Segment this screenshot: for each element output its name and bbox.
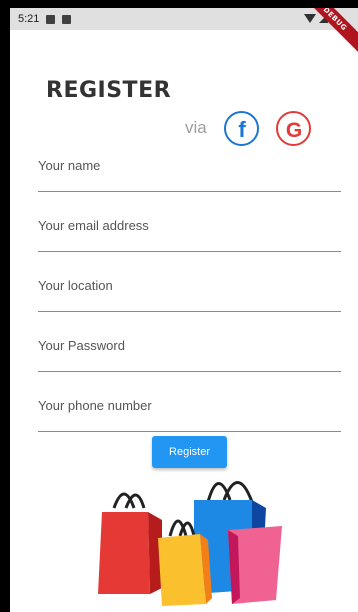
shopping-bags-illustration [98, 481, 282, 606]
email-field[interactable] [38, 208, 341, 252]
facebook-icon: f [238, 117, 246, 141]
via-label: via [185, 118, 207, 137]
register-button[interactable]: Register [152, 436, 227, 468]
notification-icon [46, 14, 56, 24]
location-field[interactable] [38, 268, 341, 312]
google-icon: G [285, 119, 301, 141]
status-time: 5:21 [18, 13, 40, 25]
facebook-login-button[interactable]: f [224, 111, 259, 146]
password-input[interactable] [38, 338, 341, 353]
email-input[interactable] [38, 218, 341, 233]
name-field[interactable] [38, 148, 341, 192]
phone-input[interactable] [38, 398, 341, 413]
wifi-icon [304, 14, 316, 23]
phone-field[interactable] [38, 388, 341, 432]
svg-text:G: G [285, 119, 301, 141]
sd-card-icon [62, 14, 72, 24]
password-field[interactable] [38, 328, 341, 372]
name-input[interactable] [38, 158, 341, 173]
page-title: REGISTER [46, 78, 172, 103]
app-screen: 5:21 DEBUG REGISTER via f G Your name Yo… [10, 8, 358, 612]
google-login-button[interactable]: G [276, 111, 311, 146]
device-frame: 5:21 DEBUG REGISTER via f G Your name Yo… [0, 0, 358, 612]
location-input[interactable] [38, 278, 341, 293]
svg-text:f: f [238, 117, 246, 141]
status-bar: 5:21 [10, 8, 358, 30]
